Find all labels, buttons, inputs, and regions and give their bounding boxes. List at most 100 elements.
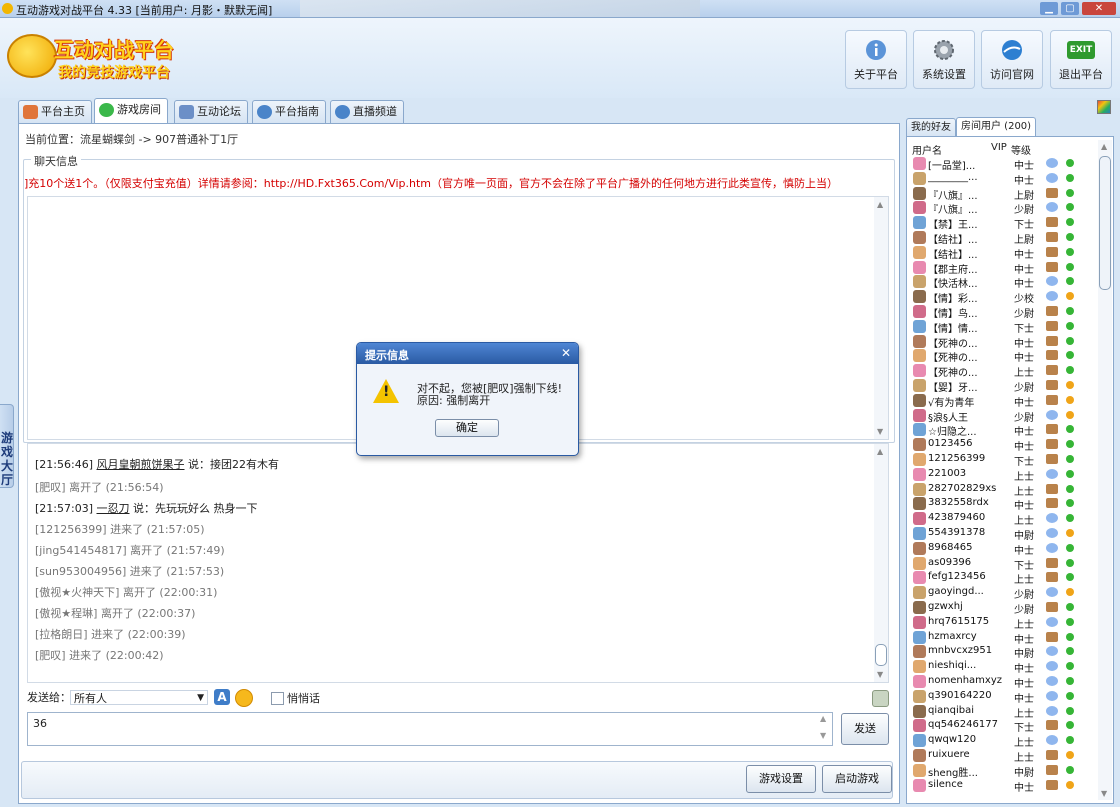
- user-row[interactable]: 121256399 下士: [913, 452, 1083, 468]
- user-row[interactable]: 423879460 上士: [913, 511, 1083, 527]
- game-settings-button[interactable]: 游戏设置: [746, 765, 816, 793]
- mail-icon[interactable]: [1046, 394, 1058, 405]
- send-button[interactable]: 发送: [841, 713, 889, 745]
- user-row[interactable]: 0123456 中士: [913, 437, 1083, 453]
- chat-bubble-icon[interactable]: [1046, 513, 1058, 524]
- chat-bubble-icon[interactable]: [1046, 276, 1058, 287]
- user-row[interactable]: ☆归隐之... 中士: [913, 422, 1083, 438]
- user-row[interactable]: nomenhamxyz 中士: [913, 674, 1083, 690]
- mail-icon[interactable]: [1046, 187, 1058, 198]
- user-row[interactable]: 282702829xs 上士: [913, 482, 1083, 498]
- mail-icon[interactable]: [1046, 350, 1058, 361]
- mail-icon[interactable]: [1046, 602, 1058, 612]
- mail-icon[interactable]: [1046, 261, 1058, 272]
- message-log[interactable]: [21:56:46] 风月皇朝煎饼果子 说：接团22有木有 [肥叹] 离开了 (…: [27, 443, 889, 683]
- mail-icon[interactable]: [1046, 232, 1058, 242]
- about-platform-button[interactable]: 关于平台: [845, 30, 907, 89]
- whisper-checkbox[interactable]: [271, 692, 284, 705]
- user-row[interactable]: 【郡主府... 中士: [913, 260, 1083, 276]
- input-scroll-down-icon[interactable]: ▼: [820, 731, 826, 740]
- mail-icon[interactable]: [1046, 557, 1058, 568]
- send-target-select[interactable]: 所有人 ▼: [70, 690, 208, 705]
- user-row[interactable]: gzwxhj 少尉: [913, 600, 1083, 616]
- user-row[interactable]: 『八旗』... 上尉: [913, 186, 1083, 202]
- chat-bubble-icon[interactable]: [1046, 172, 1058, 183]
- user-row[interactable]: 【快活林... 中士: [913, 274, 1083, 290]
- mail-icon[interactable]: [1046, 320, 1058, 331]
- visit-website-button[interactable]: 访问官网: [981, 30, 1043, 89]
- user-row[interactable]: 【死神の... 中士: [913, 334, 1083, 350]
- user-row[interactable]: q390164220 中士: [913, 689, 1083, 705]
- chat-bubble-icon[interactable]: [1046, 291, 1058, 302]
- mail-icon[interactable]: [1046, 720, 1058, 731]
- chat-bubble-icon[interactable]: [1046, 409, 1058, 420]
- user-row[interactable]: [一品堂]... 中士: [913, 156, 1083, 172]
- scroll-up-arrow-icon[interactable]: ▲: [877, 200, 883, 209]
- tab-game-room[interactable]: 游戏房间: [94, 98, 168, 124]
- tab-live[interactable]: 直播频道: [330, 100, 404, 123]
- msg-user-link[interactable]: 一忍刀: [97, 502, 130, 515]
- scroll-up-arrow-icon[interactable]: ▲: [877, 447, 883, 456]
- user-row[interactable]: 3832558rdx 中士: [913, 496, 1083, 512]
- user-row[interactable]: qwqw120 上士: [913, 733, 1083, 749]
- user-row[interactable]: 【禁】王... 下士: [913, 215, 1083, 231]
- user-row[interactable]: 【婴】牙... 少尉: [913, 378, 1083, 394]
- user-row[interactable]: 【死神の... 上士: [913, 363, 1083, 379]
- mail-icon[interactable]: [1046, 439, 1058, 450]
- user-list-scrollbar[interactable]: ▲ ▼: [1098, 140, 1112, 800]
- scroll-thumb[interactable]: [1099, 156, 1111, 290]
- chat-bubble-icon[interactable]: [1046, 528, 1058, 538]
- mail-icon[interactable]: [1046, 380, 1058, 390]
- scroll-down-arrow-icon[interactable]: ▼: [877, 427, 883, 436]
- user-row[interactable]: gaoyingd... 少尉: [913, 585, 1083, 601]
- maximize-button[interactable]: ▢: [1061, 2, 1079, 15]
- tab-home[interactable]: 平台主页: [18, 100, 92, 123]
- chat-bubble-icon[interactable]: [1046, 616, 1058, 627]
- user-row[interactable]: §浪§人王 少尉: [913, 408, 1083, 424]
- user-row[interactable]: 【结社】... 上尉: [913, 230, 1083, 246]
- chat-display-scrollbar[interactable]: ▲ ▼: [874, 197, 888, 439]
- close-window-button[interactable]: ✕: [1082, 2, 1116, 15]
- user-row[interactable]: 【情】鸟... 少尉: [913, 304, 1083, 320]
- mail-icon[interactable]: [1046, 454, 1058, 464]
- message-input[interactable]: 36: [27, 712, 833, 746]
- user-row[interactable]: silence 中士: [913, 778, 1083, 794]
- user-row[interactable]: mnbvcxz951 中尉: [913, 644, 1083, 660]
- mail-icon[interactable]: [1046, 365, 1058, 376]
- mail-icon[interactable]: [1046, 779, 1058, 790]
- system-settings-button[interactable]: 系统设置: [913, 30, 975, 89]
- tab-guide[interactable]: 平台指南: [252, 100, 326, 123]
- chat-bubble-icon[interactable]: [1046, 735, 1058, 746]
- tab-room-users[interactable]: 房间用户 (200): [956, 117, 1037, 138]
- user-row[interactable]: sheng胜... 中尉: [913, 763, 1083, 779]
- ok-button[interactable]: 确定: [435, 419, 499, 437]
- user-row[interactable]: qianqibai 上士: [913, 704, 1083, 720]
- scroll-down-arrow-icon[interactable]: ▼: [1101, 789, 1107, 798]
- user-row[interactable]: as09396 下士: [913, 556, 1083, 572]
- user-row[interactable]: 【结社】... 中士: [913, 245, 1083, 261]
- user-row[interactable]: 【情】情... 下士: [913, 319, 1083, 335]
- mail-icon[interactable]: [1046, 498, 1058, 509]
- font-style-icon[interactable]: A: [214, 689, 230, 705]
- user-row[interactable]: hzmaxrcy 中士: [913, 630, 1083, 646]
- scroll-down-arrow-icon[interactable]: ▼: [877, 670, 883, 679]
- tab-my-friends[interactable]: 我的好友: [906, 118, 956, 137]
- user-row[interactable]: 554391378 中尉: [913, 526, 1083, 542]
- clear-chat-icon[interactable]: [872, 690, 889, 707]
- skin-icon[interactable]: [1097, 100, 1111, 114]
- user-row[interactable]: hrq7615175 上士: [913, 615, 1083, 631]
- user-row[interactable]: fefg123456 上士: [913, 570, 1083, 586]
- mail-icon[interactable]: [1046, 764, 1058, 775]
- chat-bubble-icon[interactable]: [1046, 676, 1058, 686]
- mail-icon[interactable]: [1046, 631, 1058, 642]
- game-lobby-side-tab[interactable]: 游戏大厅: [0, 404, 14, 488]
- chat-bubble-icon[interactable]: [1046, 587, 1058, 598]
- mail-icon[interactable]: [1046, 335, 1058, 346]
- user-row[interactable]: √有为青年 中士: [913, 393, 1083, 409]
- chat-bubble-icon[interactable]: [1046, 202, 1058, 213]
- user-row[interactable]: 221003 上士: [913, 467, 1083, 483]
- input-scroll-up-icon[interactable]: ▲: [820, 714, 826, 723]
- mail-icon[interactable]: [1046, 217, 1058, 228]
- scroll-thumb[interactable]: [875, 644, 887, 666]
- chat-bubble-icon[interactable]: [1046, 690, 1058, 701]
